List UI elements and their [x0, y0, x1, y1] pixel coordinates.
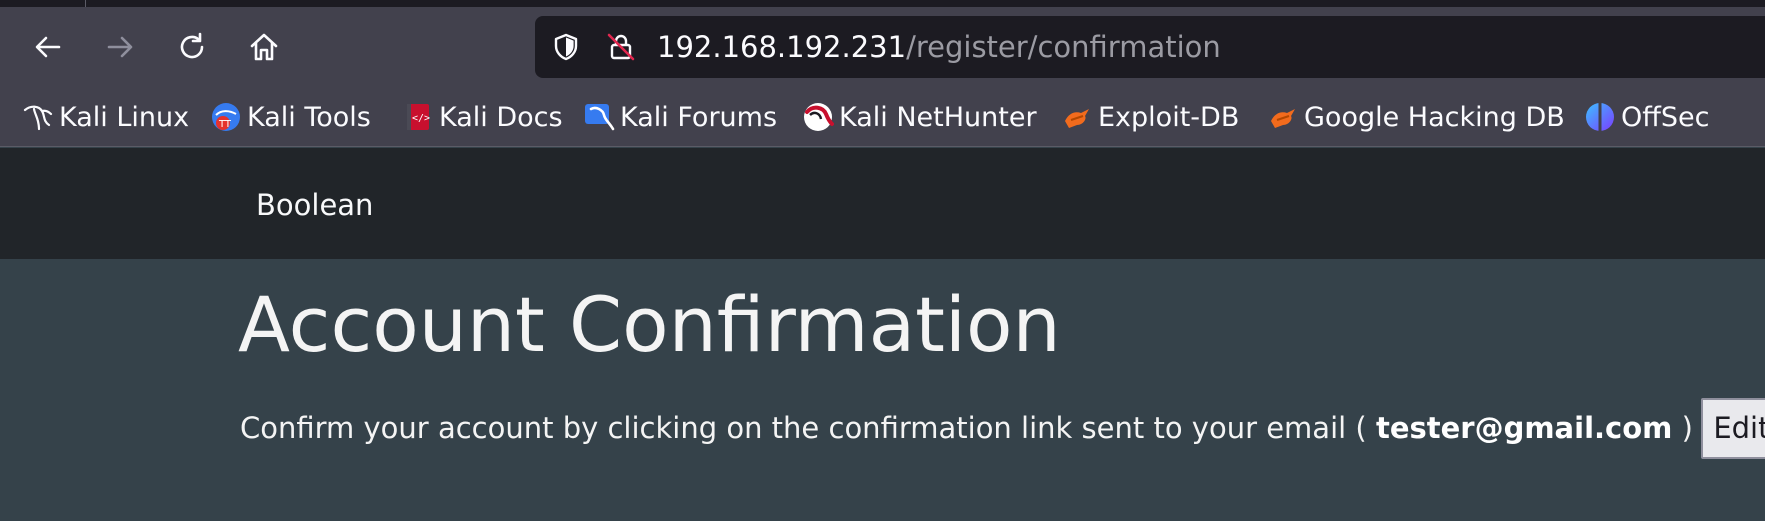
bookmark-label: Kali Tools: [247, 101, 371, 133]
kali-nethunter-icon: [802, 101, 834, 133]
kali-forums-icon: [583, 101, 615, 133]
exploit-db-icon: [1061, 101, 1093, 133]
url-path: /register/confirmation: [906, 30, 1221, 64]
bookmark-offsec[interactable]: OffSec: [1584, 87, 1709, 147]
home-button[interactable]: [244, 27, 284, 67]
bookmark-label: Kali Forums: [620, 101, 778, 133]
site-brand-link[interactable]: Boolean: [256, 148, 373, 259]
confirmation-message-text: Confirm your account by clicking on the …: [240, 411, 1367, 445]
forward-button[interactable]: [100, 27, 140, 67]
forward-arrow-icon: [107, 36, 133, 58]
kali-dragon-icon: [22, 101, 54, 133]
user-email: tester@gmail.com: [1375, 411, 1673, 445]
bookmark-label: Exploit-DB: [1098, 101, 1240, 133]
url-text[interactable]: 192.168.192.231/register/confirmation: [657, 16, 1221, 78]
confirmation-message: Confirm your account by clicking on the …: [240, 397, 1765, 459]
bookmark-exploit-db[interactable]: Exploit-DB: [1061, 87, 1239, 147]
kali-tools-icon: TT: [210, 101, 242, 133]
tracking-protection-shield-icon[interactable]: [551, 32, 581, 62]
main-content: Account Confirmation Confirm your accoun…: [0, 259, 1765, 521]
bookmark-kali-nethunter[interactable]: Kali NetHunter: [802, 87, 1037, 147]
page-title: Account Confirmation: [238, 280, 1061, 369]
bookmarks-toolbar: Kali Linux TT Kali Tools </> Kali Docs K…: [0, 87, 1765, 147]
bookmark-kali-linux[interactable]: Kali Linux: [22, 87, 189, 147]
site-navbar: Boolean: [0, 148, 1765, 259]
bookmark-kali-tools[interactable]: TT Kali Tools: [210, 87, 371, 147]
navigation-toolbar: 192.168.192.231/register/confirmation: [0, 7, 1765, 87]
svg-text:</>: </>: [412, 113, 430, 124]
reload-icon: [180, 32, 204, 59]
back-arrow-icon: [35, 36, 61, 58]
url-bar[interactable]: 192.168.192.231/register/confirmation: [535, 16, 1765, 78]
svg-text:TT: TT: [218, 119, 232, 130]
window-top-edge: [0, 0, 1765, 7]
bookmark-label: Google Hacking DB: [1304, 101, 1565, 133]
reload-button[interactable]: [172, 27, 212, 67]
bookmark-kali-docs[interactable]: </> Kali Docs: [402, 87, 563, 147]
url-host: 192.168.192.231: [657, 30, 907, 64]
back-button[interactable]: [28, 27, 68, 67]
google-hacking-db-icon: [1267, 101, 1299, 133]
tab-separator: [85, 0, 86, 7]
bookmark-label: Kali Docs: [439, 101, 563, 133]
bookmark-label: OffSec: [1621, 101, 1710, 133]
bookmark-kali-forums[interactable]: Kali Forums: [583, 87, 777, 147]
edit-email-button[interactable]: Edit: [1700, 397, 1765, 459]
home-icon: [250, 33, 278, 61]
kali-docs-icon: </>: [402, 101, 434, 133]
confirmation-message-suffix: ): [1681, 411, 1693, 445]
insecure-connection-lock-icon[interactable]: [606, 32, 636, 62]
bookmark-google-hacking-db[interactable]: Google Hacking DB: [1267, 87, 1565, 147]
bookmark-label: Kali Linux: [59, 101, 190, 133]
offsec-icon: [1584, 101, 1616, 133]
bookmark-label: Kali NetHunter: [839, 101, 1037, 133]
